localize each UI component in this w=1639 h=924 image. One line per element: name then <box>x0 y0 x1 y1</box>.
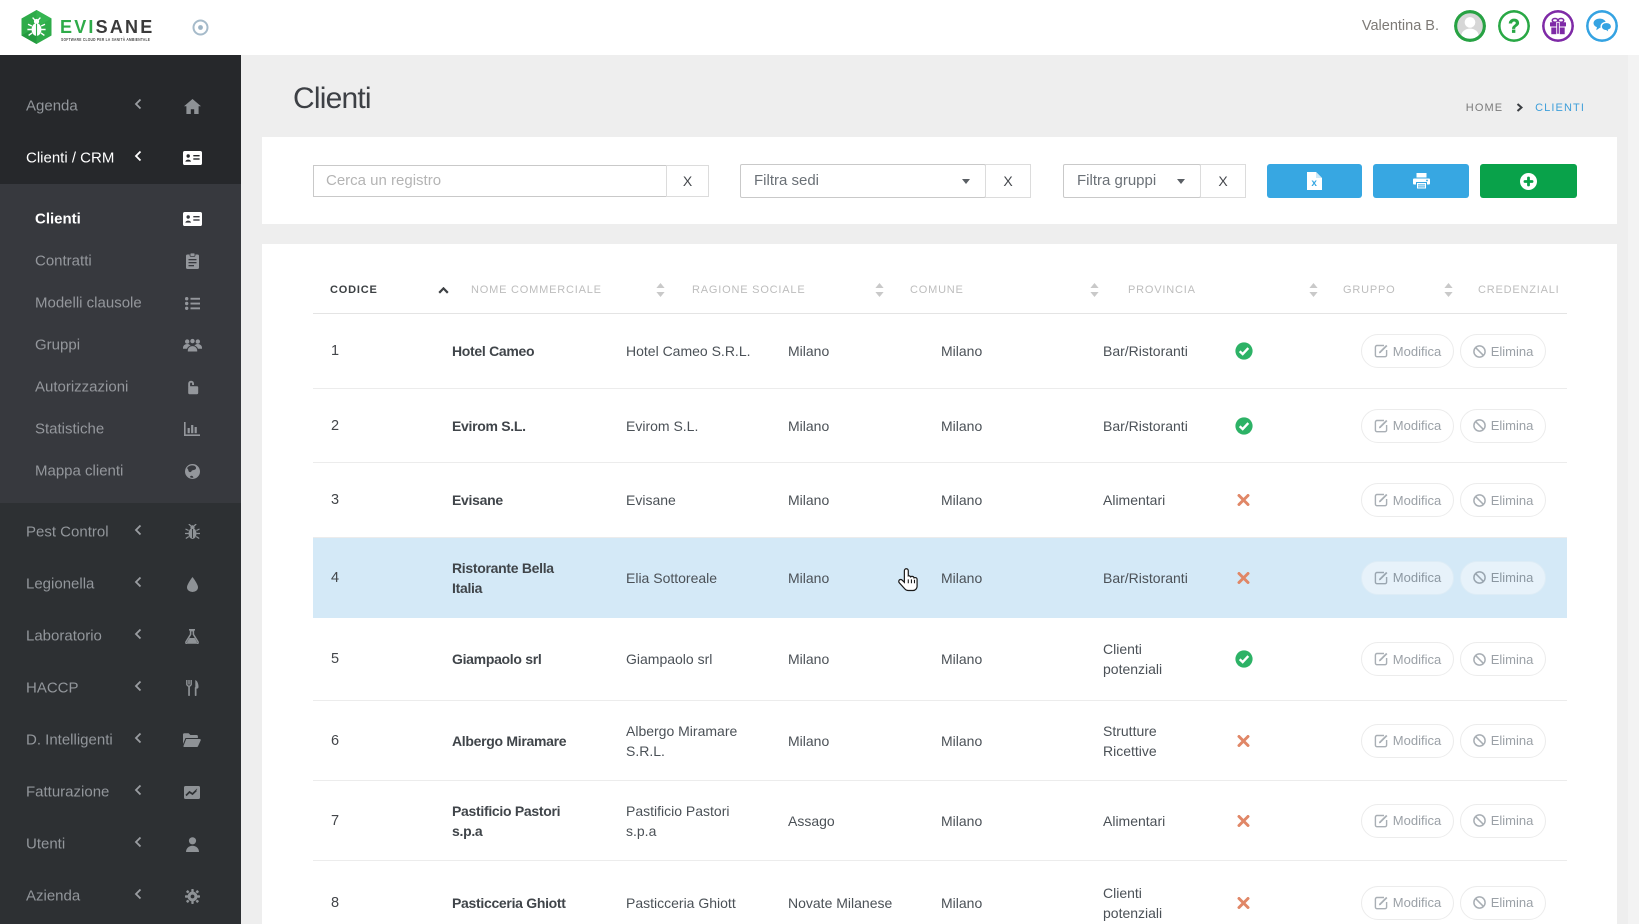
svg-text:x: x <box>1311 178 1317 189</box>
svg-text:?: ? <box>1508 17 1520 38</box>
